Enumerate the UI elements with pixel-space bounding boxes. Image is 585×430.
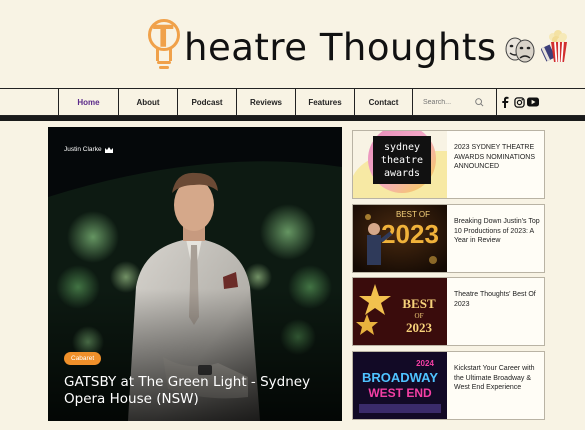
nav-contact[interactable]: Contact	[354, 89, 412, 116]
thumb-line: 2024	[416, 359, 434, 368]
article-thumbnail: 2024 BROADWAY WEST END	[353, 352, 447, 419]
nav-home[interactable]: Home	[58, 89, 118, 116]
popcorn-icon	[540, 30, 567, 63]
instagram-icon[interactable]	[512, 95, 526, 109]
logo-text: heatre Thoughts	[184, 25, 497, 69]
article-title[interactable]: 2023 SYDNEY THEATRE AWARDS NOMINATIONS A…	[454, 143, 542, 172]
theatre-masks-icon	[505, 37, 535, 63]
article-thumbnail: sydney theatre awards	[353, 131, 447, 198]
thumb-line: BEST OF	[396, 210, 430, 219]
article-card[interactable]: 2024 BROADWAY WEST END Kickstart Your Ca…	[352, 351, 545, 420]
main-nav: Home About Podcast Reviews Features Cont…	[0, 88, 585, 116]
article-card[interactable]: BEST OF 2023 Theatre Thoughts' Best Of 2…	[352, 277, 545, 346]
article-title[interactable]: Breaking Down Justin's Top 10 Production…	[454, 217, 542, 246]
article-card[interactable]: BEST OF 2023 Breaking Down Justin's Top …	[352, 204, 545, 273]
crown-icon	[104, 146, 113, 153]
featured-post[interactable]: Justin Clarke Cabaret GATSBY at The Gree…	[48, 127, 342, 421]
thumb-line: WEST END	[368, 386, 432, 400]
site-header: T heatre Thoughts	[0, 0, 585, 88]
category-badge[interactable]: Cabaret	[64, 352, 102, 365]
thumb-line: OF	[415, 312, 424, 320]
search-input[interactable]	[423, 99, 475, 106]
article-title[interactable]: Kickstart Your Career with the Ultimate …	[454, 364, 542, 393]
thumb-line: BROADWAY	[362, 370, 438, 385]
post-author[interactable]: Justin Clarke	[64, 146, 113, 153]
nav-about[interactable]: About	[118, 89, 177, 116]
thumb-line: sydney	[384, 142, 420, 153]
youtube-icon[interactable]	[526, 95, 540, 109]
site-logo[interactable]: T heatre Thoughts	[146, 14, 571, 76]
lightbulb-logo-icon: T	[146, 17, 182, 73]
search-box[interactable]	[412, 89, 497, 116]
nav-features[interactable]: Features	[295, 89, 354, 116]
thumb-line: BEST	[402, 296, 436, 311]
search-icon[interactable]	[475, 98, 484, 107]
thumb-line: theatre	[381, 155, 423, 166]
article-card[interactable]: sydney theatre awards 2023 SYDNEY THEATR…	[352, 130, 545, 199]
featured-post-title[interactable]: GATSBY at The Green Light - Sydney Opera…	[64, 374, 324, 408]
article-thumbnail: BEST OF 2023	[353, 278, 447, 345]
article-thumbnail: BEST OF 2023	[353, 205, 447, 272]
thumb-line: awards	[384, 168, 420, 179]
article-title[interactable]: Theatre Thoughts' Best Of 2023	[454, 290, 542, 309]
nav-reviews[interactable]: Reviews	[236, 89, 295, 116]
nav-podcast[interactable]: Podcast	[177, 89, 236, 116]
author-name: Justin Clarke	[64, 146, 102, 153]
logo-letter: T	[153, 20, 174, 55]
facebook-icon[interactable]	[498, 95, 512, 109]
thumb-line: 2023	[406, 320, 433, 335]
header-divider	[0, 116, 585, 121]
